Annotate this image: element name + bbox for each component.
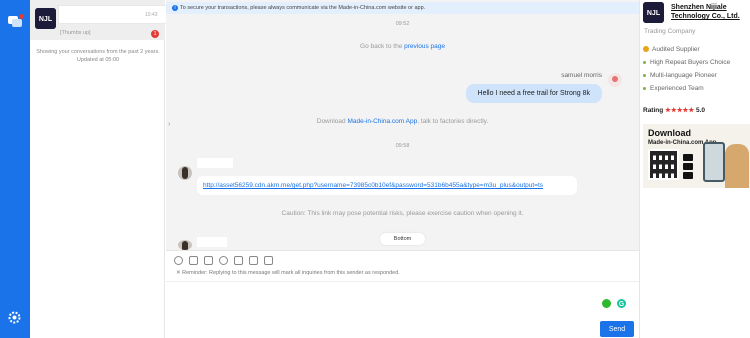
info-icon: i [172,5,178,11]
composer: ✕ Reminder: Replying to this message wil… [166,250,639,338]
translate-icon[interactable] [249,256,258,265]
grammarly-icon[interactable]: G [616,298,627,309]
svg-text:NJL: NJL [39,16,53,23]
business-type: Trading Company [644,28,696,35]
conversation-preview: [Thumbs up] [60,30,91,36]
feature-item: Multi-language Pioneer [643,72,717,79]
go-back-message: Go back to the previous page [166,43,639,50]
message-link[interactable]: http://asset56259.cdn.akm.me/get.php?use… [203,182,543,189]
go-back-text: Go back to the [360,43,405,50]
divider [166,281,639,282]
qr-code [648,149,679,180]
lightbulb-icon[interactable] [602,299,611,308]
timestamp: 09:52 [395,21,410,27]
scroll-bottom-button[interactable]: Bottom [380,233,425,245]
avatar [178,166,192,180]
security-banner: i To secure your transactions, please al… [166,2,639,14]
feature-label: Multi-language Pioneer [650,72,717,79]
svg-text:NJL: NJL [647,10,661,17]
reminder-text: ✕ Reminder: Replying to this message wil… [176,270,400,276]
download-suffix: , talk to factories directly. [417,118,489,125]
caution-message: Caution: This link may pose potential ri… [281,210,524,217]
supplier-panel: NJL Shenzhen Nijiale Technology Co., Ltd… [639,0,750,338]
download-title: Download [648,128,691,138]
star-icons: ★★★★★ [665,107,695,114]
unread-badge: 1 [151,30,159,38]
clock-icon[interactable] [219,256,228,265]
rating: Rating ★★★★★ 5.0 [643,106,705,114]
card-icon[interactable] [264,256,273,265]
audited-label: Audited Supplier [652,46,700,53]
redacted-name [197,237,227,247]
app-store-icons [683,154,695,180]
audited-supplier: Audited Supplier [643,46,700,53]
feature-label: High Repeat Buyers Choice [650,59,731,66]
sender-name: samuel morris [561,72,602,79]
gear-icon[interactable] [8,311,21,324]
medal-icon [643,46,649,53]
notification-dot [19,14,24,19]
rating-value: 5.0 [696,107,706,114]
folder-icon[interactable] [189,256,198,265]
timestamp: 09:58 [395,143,410,149]
my-message-bubble: Hello I need a free trail for Strong 8k [465,84,602,103]
bullet-icon [643,86,646,90]
conversation-item[interactable]: NJL 10:43 [Thumbs up] 1 [30,0,168,40]
document-icon[interactable] [234,256,243,265]
left-rail [0,0,30,338]
rating-label: Rating [643,107,664,114]
feature-item: High Repeat Buyers Choice [643,59,730,66]
avatar [178,240,192,250]
conversation-time: 10:43 [145,12,158,18]
redacted-name [197,158,233,168]
download-app-message: Download Made-in-China.com App, talk to … [166,118,639,125]
conversation-list: NJL 10:43 [Thumbs up] 1 Showing your con… [30,0,168,338]
banner-text: To secure your transactions, please alwa… [180,5,426,11]
company-logo: NJL [35,8,56,29]
download-text: Download [316,118,348,125]
close-icon[interactable]: ✕ [176,270,181,276]
send-button[interactable]: Send [600,321,634,337]
reminder-label: Reminder: Replying to this message will … [182,270,400,276]
download-app-card[interactable]: Download Made-in-China.com App [643,124,750,188]
chat-area: i To secure your transactions, please al… [166,0,639,250]
phone-image [703,142,725,182]
feature-item: Experienced Team [643,85,704,92]
previous-page-link[interactable]: previous page [404,43,445,50]
bullet-icon [643,60,646,64]
emoji-icon[interactable] [174,256,183,265]
company-name-link[interactable]: Shenzhen Nijiale Technology Co., Ltd. [671,3,750,21]
composer-toolbar [174,256,273,265]
image-icon[interactable] [204,256,213,265]
person-image [725,144,749,188]
feature-label: Experienced Team [650,85,704,92]
their-message-bubble: http://asset56259.cdn.akm.me/get.php?use… [197,176,577,195]
history-note: Showing your conversations from the past… [36,49,160,63]
avatar [608,73,622,87]
app-download-link[interactable]: Made-in-China.com App [347,118,417,125]
company-logo: NJL [643,2,664,23]
bullet-icon [643,73,646,77]
